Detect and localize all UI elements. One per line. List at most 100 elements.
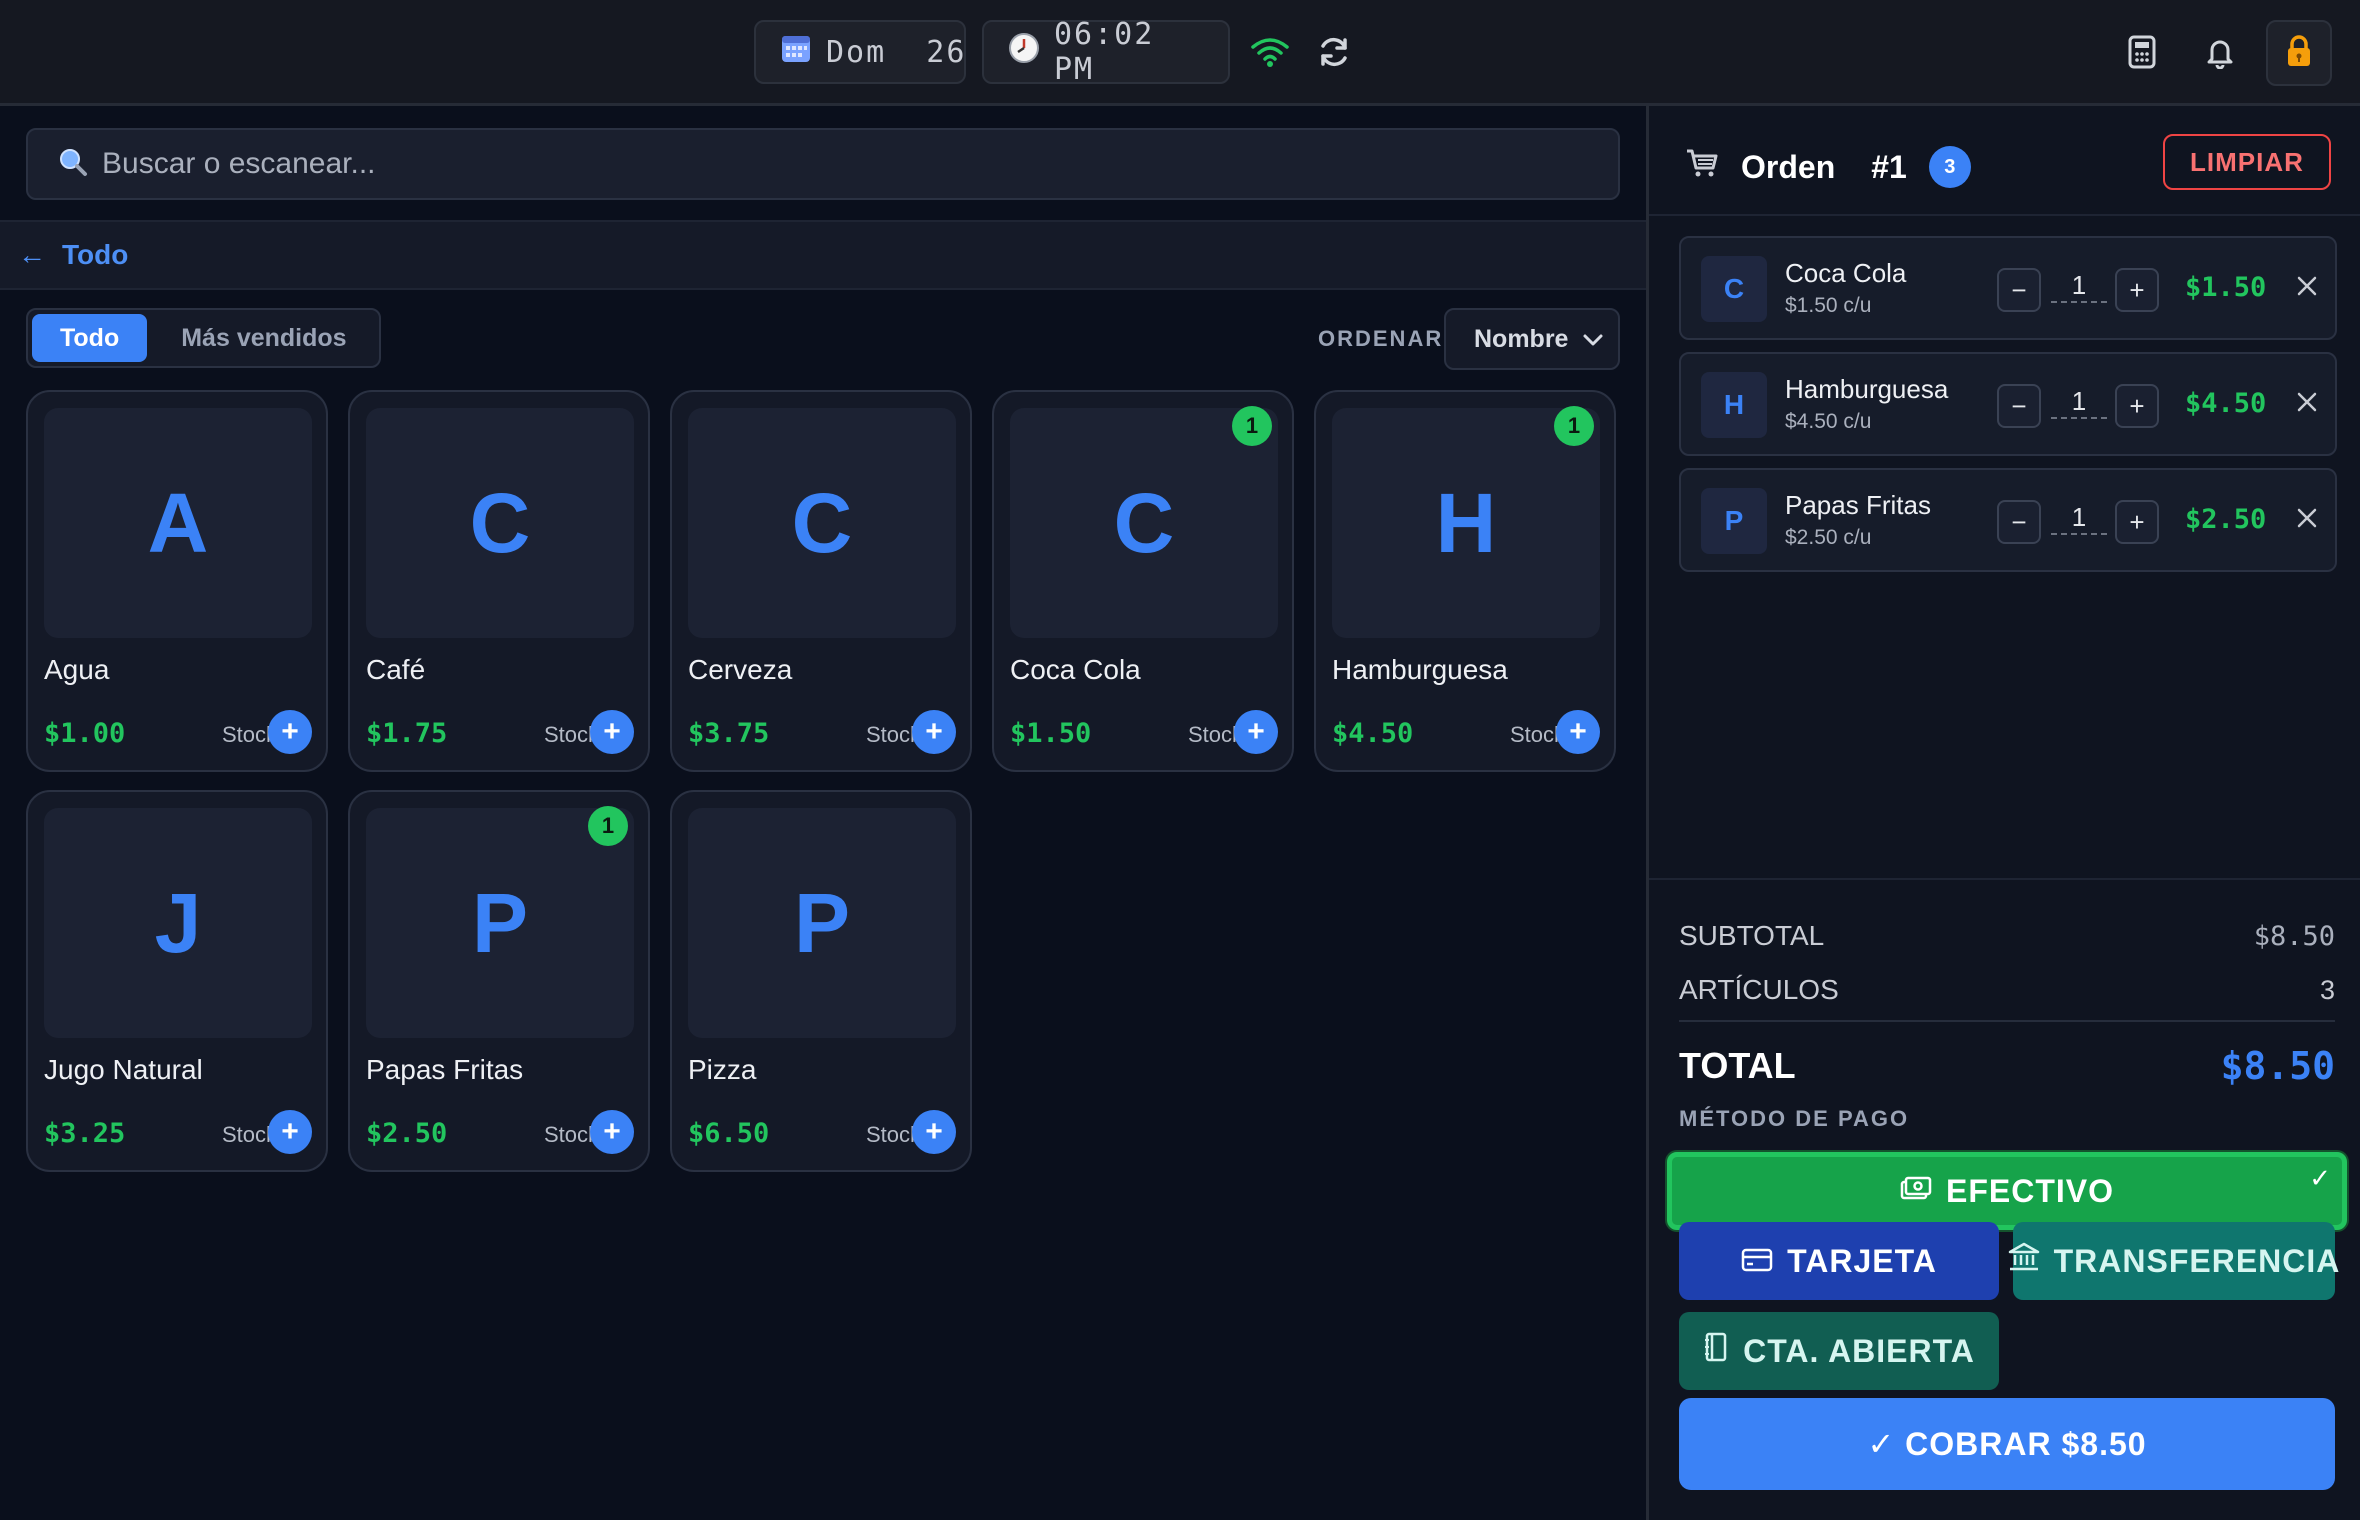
- lock-icon: [2284, 34, 2314, 73]
- product-image: P: [366, 808, 634, 1038]
- product-card[interactable]: C Café $1.75 Stock +: [348, 390, 650, 772]
- cart-qty-badge: 1: [588, 806, 628, 846]
- product-card[interactable]: P 1 Papas Fritas $2.50 Stock +: [348, 790, 650, 1172]
- remove-line-button[interactable]: [2291, 272, 2323, 304]
- category-tabs: Todo Más vendidos: [26, 308, 381, 368]
- plus-icon: +: [1247, 715, 1265, 748]
- line-name: Coca Cola: [1785, 258, 1907, 288]
- breadcrumb: ← Todo: [0, 220, 1646, 290]
- tab-mas-vendidos[interactable]: Más vendidos: [153, 314, 374, 362]
- payment-method-label: MÉTODO DE PAGO: [1679, 1106, 1910, 1131]
- lock-button[interactable]: [2266, 20, 2332, 86]
- qty-input[interactable]: 1: [2051, 386, 2107, 419]
- product-image: H: [1332, 408, 1600, 638]
- add-to-cart-button[interactable]: +: [590, 1110, 634, 1154]
- sort-select[interactable]: Nombre: [1444, 308, 1620, 370]
- product-card[interactable]: C Cerveza $3.75 Stock +: [670, 390, 972, 772]
- qty-input[interactable]: 1: [2051, 502, 2107, 535]
- line-name: Hamburguesa: [1785, 374, 1949, 404]
- clear-order-button[interactable]: LIMPIAR: [2163, 134, 2331, 190]
- add-to-cart-button[interactable]: +: [912, 710, 956, 754]
- add-to-cart-button[interactable]: +: [590, 710, 634, 754]
- pay-cash-button[interactable]: EFECTIVO ✓: [1667, 1152, 2347, 1230]
- product-name: Jugo Natural: [44, 1054, 203, 1085]
- add-to-cart-button[interactable]: +: [1556, 710, 1600, 754]
- product-card[interactable]: P Pizza $6.50 Stock +: [670, 790, 972, 1172]
- add-to-cart-button[interactable]: +: [268, 1110, 312, 1154]
- product-name: Café: [366, 654, 426, 685]
- pay-transfer-label: TRANSFERENCIA: [2053, 1242, 2341, 1279]
- order-number: #1: [1871, 148, 1907, 185]
- cash-icon: [1900, 1173, 1932, 1210]
- plus-icon: +: [1569, 715, 1587, 748]
- qty-input[interactable]: 1: [2051, 270, 2107, 303]
- order-header: Orden #1 3 LIMPIAR: [1649, 106, 2360, 216]
- add-to-cart-button[interactable]: +: [268, 710, 312, 754]
- minus-icon: −: [2011, 390, 2027, 421]
- pay-open-account-button[interactable]: CTA. ABIERTA: [1679, 1312, 1999, 1390]
- product-card[interactable]: A Agua $1.00 Stock +: [26, 390, 328, 772]
- items-value: 3: [2319, 974, 2335, 1005]
- refresh-icon[interactable]: [1310, 28, 1358, 76]
- increase-qty-button[interactable]: +: [2115, 268, 2159, 312]
- cart-qty-badge: 1: [1554, 406, 1594, 446]
- order-line: P Papas Fritas $2.50 c/u −1 + $2.50: [1679, 468, 2337, 572]
- order-title: Orden #1 3: [1685, 146, 1971, 188]
- product-card[interactable]: H 1 Hamburguesa $4.50 Stock +: [1314, 390, 1616, 772]
- product-card[interactable]: C 1 Coca Cola $1.50 Stock +: [992, 390, 1294, 772]
- order-summary: SUBTOTAL $8.50 ARTÍCULOS 3 TOTAL $8.50 M…: [1649, 878, 2360, 1520]
- product-name: Hamburguesa: [1332, 654, 1508, 685]
- plus-icon: +: [281, 715, 299, 748]
- chevron-down-icon: [1582, 325, 1604, 354]
- date-display: Dom 26: [754, 20, 966, 84]
- increase-qty-button[interactable]: +: [2115, 500, 2159, 544]
- product-image: P: [688, 808, 956, 1038]
- product-name: Papas Fritas: [366, 1054, 524, 1085]
- product-image: C: [366, 408, 634, 638]
- order-count-badge: 3: [1928, 146, 1971, 188]
- line-total: $1.50: [2185, 272, 2267, 303]
- search-input[interactable]: [102, 147, 1502, 181]
- product-stock: Stock: [1188, 722, 1236, 747]
- decrease-qty-button[interactable]: −: [1997, 268, 2041, 312]
- charge-button[interactable]: ✓ COBRAR $8.50: [1679, 1398, 2335, 1490]
- breadcrumb-label[interactable]: Todo: [62, 239, 128, 271]
- line-total: $4.50: [2185, 388, 2267, 419]
- time-display: 06:02 PM: [982, 17, 1230, 87]
- summary-divider: [1679, 1020, 2335, 1022]
- product-price: $1.50: [1010, 718, 1092, 749]
- pay-card-button[interactable]: TARJETA: [1679, 1222, 1999, 1300]
- product-stock: Stock: [222, 1122, 270, 1147]
- add-to-cart-button[interactable]: +: [1234, 710, 1278, 754]
- product-card[interactable]: J Jugo Natural $3.25 Stock +: [26, 790, 328, 1172]
- plus-icon: +: [281, 1115, 299, 1148]
- tab-todo[interactable]: Todo: [32, 314, 148, 362]
- product-price: $2.50: [366, 1118, 448, 1149]
- product-stock: Stock: [866, 1122, 914, 1147]
- search-bar[interactable]: [26, 128, 1620, 200]
- product-stock: Stock: [544, 1122, 592, 1147]
- items-label: ARTÍCULOS: [1679, 974, 1839, 1005]
- pay-transfer-button[interactable]: TRANSFERENCIA: [2008, 1222, 2339, 1300]
- calculator-icon[interactable]: [2118, 28, 2166, 76]
- remove-line-button[interactable]: [2291, 388, 2323, 420]
- increase-qty-button[interactable]: +: [2115, 384, 2159, 428]
- product-letter: P: [793, 875, 851, 970]
- total-label: TOTAL: [1679, 1045, 1796, 1086]
- product-area: ← Todo Todo Más vendidos ORDENAR Nombre …: [0, 106, 1646, 1520]
- plus-icon: +: [2129, 390, 2145, 421]
- bell-icon[interactable]: [2196, 28, 2244, 76]
- product-price: $3.25: [44, 1118, 126, 1149]
- remove-line-button[interactable]: [2291, 504, 2323, 536]
- date-text: Dom 26: [826, 34, 967, 70]
- line-total: $2.50: [2185, 504, 2267, 535]
- subtotal-row: SUBTOTAL $8.50: [1679, 920, 2335, 952]
- product-name: Coca Cola: [1010, 654, 1141, 685]
- back-arrow-icon[interactable]: ←: [18, 239, 46, 271]
- decrease-qty-button[interactable]: −: [1997, 384, 2041, 428]
- product-name: Pizza: [688, 1054, 757, 1085]
- product-price: $6.50: [688, 1118, 770, 1149]
- decrease-qty-button[interactable]: −: [1997, 500, 2041, 544]
- top-bar: Dom 26 06:02 PM: [0, 0, 2360, 106]
- add-to-cart-button[interactable]: +: [912, 1110, 956, 1154]
